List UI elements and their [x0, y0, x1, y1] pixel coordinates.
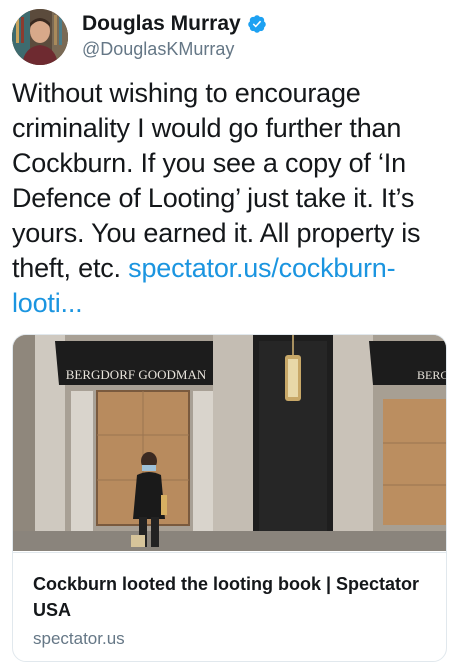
link-card[interactable]: BERGDORF GOODMAN BERG Cockburn looted th…	[12, 334, 447, 662]
tweet-text: Without wishing to encourage criminality…	[12, 76, 444, 321]
verified-badge-icon	[247, 14, 267, 34]
user-handle[interactable]: @DouglasKMurray	[82, 39, 446, 60]
store-sign-partial: BERG	[417, 368, 446, 382]
card-title[interactable]: Cockburn looted the looting book | Spect…	[33, 571, 433, 623]
avatar-photo	[12, 9, 68, 65]
avatar[interactable]	[12, 9, 68, 65]
store-sign: BERGDORF GOODMAN	[66, 367, 207, 382]
display-name[interactable]: Douglas Murray	[82, 12, 241, 36]
author-block: Douglas Murray @DouglasKMurray	[82, 10, 446, 60]
card-image[interactable]: BERGDORF GOODMAN BERG	[13, 335, 446, 551]
tweet: Douglas Murray @DouglasKMurray Without w…	[0, 0, 458, 672]
card-body[interactable]: Cockburn looted the looting book | Spect…	[13, 552, 446, 648]
display-name-row: Douglas Murray	[82, 10, 446, 38]
card-domain: spectator.us	[33, 629, 125, 648]
